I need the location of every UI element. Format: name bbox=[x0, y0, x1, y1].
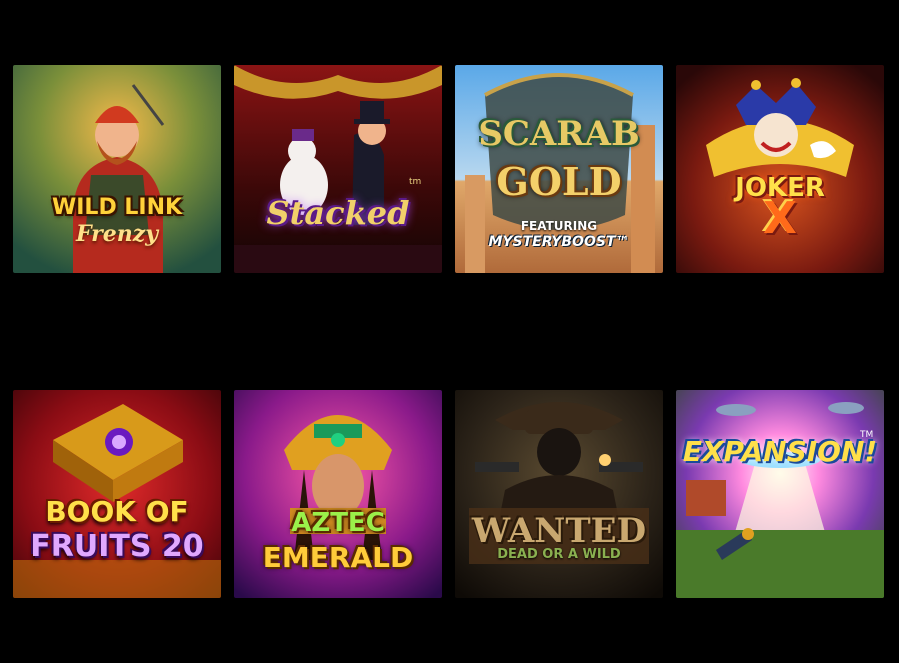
game-title: SCARAB bbox=[478, 114, 640, 154]
game-title: Stacked bbox=[266, 194, 410, 232]
game-title: BOOK OF bbox=[45, 495, 189, 528]
game-title: WANTED bbox=[471, 511, 647, 551]
game-title-line2: FRUITS 20 bbox=[30, 529, 204, 564]
game-title-line2: GOLD bbox=[496, 159, 622, 204]
game-tile-joker-x[interactable]: JOKER X bbox=[676, 65, 884, 273]
game-tile-wanted-dead-or-a-wild[interactable]: WANTED DEAD OR A WILD bbox=[455, 390, 663, 598]
game-title-line2: X bbox=[763, 193, 797, 244]
game-tile-book-of-fruits-20[interactable]: BOOK OF FRUITS 20 bbox=[13, 390, 221, 598]
trademark-label: TM bbox=[860, 430, 874, 440]
game-tile-expansion[interactable]: EXPANSION! TM bbox=[676, 390, 884, 598]
game-artwork bbox=[234, 65, 442, 273]
game-subtitle: Frenzy bbox=[75, 221, 159, 247]
game-title: AZTEC bbox=[291, 508, 385, 538]
game-artwork bbox=[455, 390, 663, 598]
game-tile-stacked[interactable]: Stacked tm bbox=[234, 65, 442, 273]
game-title: WILD LINK bbox=[51, 195, 183, 220]
game-artwork bbox=[676, 390, 884, 598]
game-artwork bbox=[13, 390, 221, 598]
game-tile-scarab-gold[interactable]: SCARAB GOLD FEATURING MYSTERYBOOST™ bbox=[455, 65, 663, 273]
game-subtitle: DEAD OR A WILD bbox=[497, 547, 621, 562]
game-title-line2: EMERALD bbox=[262, 541, 414, 574]
trademark-label: tm bbox=[409, 177, 422, 187]
game-title: EXPANSION! bbox=[682, 435, 878, 468]
game-tile-wild-link-frenzy[interactable]: WILD LINK Frenzy bbox=[13, 65, 221, 273]
game-tile-aztec-emerald[interactable]: AZTEC EMERALD bbox=[234, 390, 442, 598]
featuring-label: FEATURING bbox=[520, 219, 598, 233]
feature-name: MYSTERYBOOST™ bbox=[488, 234, 630, 250]
